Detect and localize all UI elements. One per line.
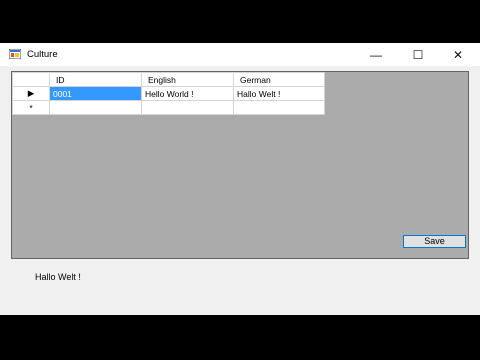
result-label: Hallo Welt ! xyxy=(35,272,81,282)
cell-english-new[interactable] xyxy=(141,100,234,115)
cell-english[interactable]: Hello World ! xyxy=(141,86,234,101)
new-row-asterisk-icon: * xyxy=(29,102,33,113)
cell-german-new[interactable] xyxy=(233,100,325,115)
table-row[interactable]: ▶ 0001 Hello World ! Hallo Welt ! xyxy=(12,86,325,101)
maximize-button[interactable]: ☐ xyxy=(398,43,438,66)
culture-window: Culture — ☐ ✕ ID English German ▶ 0001 H… xyxy=(0,43,480,315)
cell-id[interactable]: 0001 xyxy=(49,86,142,101)
table-row-new[interactable]: * xyxy=(12,100,325,115)
header-row: ID English German xyxy=(12,72,325,87)
maximize-icon: ☐ xyxy=(412,47,424,62)
minimize-icon: — xyxy=(370,47,382,62)
column-header-german[interactable]: German xyxy=(233,72,325,87)
close-icon: ✕ xyxy=(452,47,464,62)
column-header-english[interactable]: English xyxy=(141,72,234,87)
cell-id-new[interactable] xyxy=(49,100,142,115)
minimize-button[interactable]: — xyxy=(356,43,396,66)
current-row-arrow-icon: ▶ xyxy=(27,88,35,98)
app-form-icon xyxy=(9,49,21,59)
close-button[interactable]: ✕ xyxy=(438,43,478,66)
data-grid[interactable]: ID English German ▶ 0001 Hello World ! H… xyxy=(11,71,469,259)
cell-german[interactable]: Hallo Welt ! xyxy=(233,86,325,101)
window-title: Culture xyxy=(27,49,58,60)
row-header-new[interactable]: * xyxy=(12,100,50,115)
save-button[interactable]: Save xyxy=(403,235,466,248)
grid-table: ID English German ▶ 0001 Hello World ! H… xyxy=(12,72,325,115)
title-bar[interactable]: Culture — ☐ ✕ xyxy=(0,43,480,66)
corner-header[interactable] xyxy=(12,72,50,87)
column-header-id[interactable]: ID xyxy=(49,72,142,87)
row-header-current[interactable]: ▶ xyxy=(12,86,50,101)
